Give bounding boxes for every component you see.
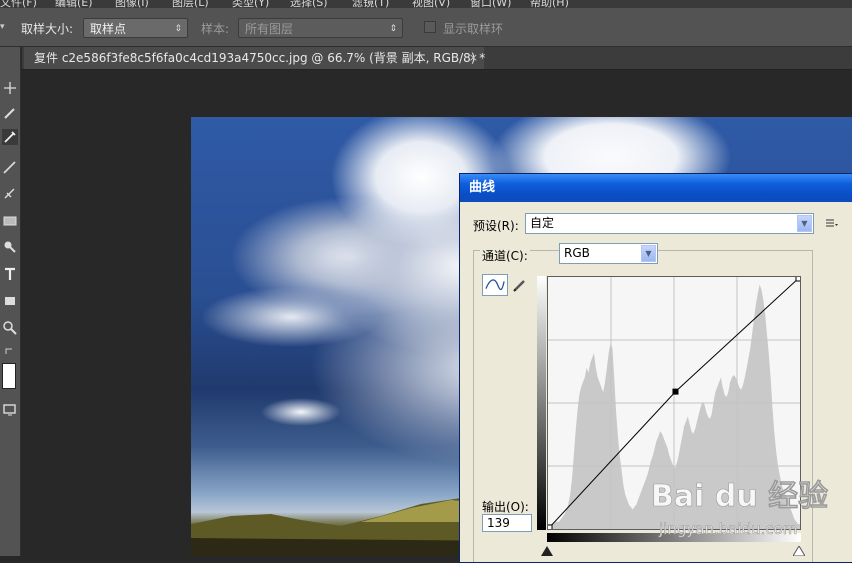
menu-item[interactable]: 图像(I) bbox=[115, 0, 149, 8]
preset-select[interactable]: 自定 ▼ bbox=[525, 213, 814, 234]
watermark-url: jingyan.baidu.com bbox=[658, 520, 797, 538]
dodge-tool-icon[interactable] bbox=[2, 239, 18, 255]
tools-panel bbox=[0, 47, 21, 556]
control-point bbox=[672, 388, 679, 395]
close-tab-icon[interactable]: × bbox=[469, 47, 478, 69]
pencil-draw-icon[interactable] bbox=[512, 277, 528, 293]
zoom-tool-icon[interactable] bbox=[2, 320, 18, 336]
menu-item[interactable]: 文件(F) bbox=[0, 0, 37, 8]
endpoint-black bbox=[546, 524, 553, 531]
channel-select[interactable]: RGB ▼ bbox=[559, 243, 658, 264]
type-tool-icon[interactable] bbox=[2, 266, 18, 282]
menu-item[interactable]: 编辑(E) bbox=[55, 0, 93, 8]
select-arrows-icon: ⇕ bbox=[174, 24, 182, 34]
sample-size-label: 取样大小: bbox=[21, 22, 74, 36]
sample-size-value: 取样点 bbox=[90, 22, 127, 36]
brush-tool-icon[interactable] bbox=[2, 105, 18, 121]
menu-item[interactable]: 滤镜(T) bbox=[352, 0, 389, 8]
show-sampling-ring-checkbox[interactable] bbox=[424, 21, 436, 33]
sample-value: 所有图层 bbox=[245, 22, 294, 36]
select-arrows-icon: ⇕ bbox=[389, 24, 397, 34]
sample-size-select[interactable]: 取样点 ⇕ bbox=[83, 18, 188, 38]
swap-colors-icon[interactable] bbox=[2, 343, 18, 354]
preset-options-icon[interactable] bbox=[825, 217, 839, 231]
endpoint-white bbox=[795, 275, 802, 282]
document-tab-bar: 复件 c2e586f3fe8c5f6fa0c4cd193a4750cc.jpg … bbox=[22, 47, 852, 70]
baidu-jingyan-watermark: Bai du 经验 jingyan.baidu.com bbox=[651, 462, 851, 542]
output-label: 输出(O): bbox=[482, 500, 529, 514]
curves-dialog-title[interactable]: 曲线 bbox=[460, 174, 852, 202]
sample-label: 样本: bbox=[201, 22, 230, 36]
dropdown-arrow-icon: ▼ bbox=[797, 215, 812, 232]
channel-value: RGB bbox=[564, 246, 590, 260]
white-point-slider-icon[interactable] bbox=[792, 545, 806, 557]
menu-item[interactable]: 图层(L) bbox=[172, 0, 209, 8]
watermark-brand: Bai du 经验 bbox=[651, 479, 828, 514]
menu-item[interactable]: 选择(S) bbox=[290, 0, 328, 8]
history-brush-icon[interactable] bbox=[2, 185, 18, 201]
channel-label: 通道(C): bbox=[480, 247, 530, 264]
gradient-tool-icon[interactable] bbox=[2, 213, 18, 229]
show-sampling-ring-label: 显示取样环 bbox=[443, 22, 504, 36]
eyedropper-tool-icon[interactable] bbox=[2, 129, 18, 145]
curve-edit-points-icon[interactable] bbox=[482, 274, 508, 296]
move-tool-icon[interactable] bbox=[2, 80, 18, 96]
menu-item[interactable]: 帮助(H) bbox=[530, 0, 569, 8]
shape-tool-icon[interactable] bbox=[2, 293, 18, 309]
output-gradient-bar bbox=[537, 276, 546, 530]
preset-value: 自定 bbox=[530, 216, 555, 230]
black-point-slider-icon[interactable] bbox=[541, 545, 553, 556]
menu-item[interactable]: 视图(V) bbox=[412, 0, 450, 8]
tool-options-bar: ▾ 取样大小: 取样点 ⇕ 样本: 所有图层 ⇕ 显示取样环 bbox=[0, 8, 852, 47]
menu-item[interactable]: 类型(Y) bbox=[232, 0, 269, 8]
screen-mode-icon[interactable] bbox=[2, 402, 18, 418]
output-value-field[interactable]: 139 bbox=[482, 514, 532, 532]
pencil-tool-icon[interactable] bbox=[2, 159, 18, 175]
preset-label: 预设(R): bbox=[473, 219, 519, 233]
foreground-color-swatch[interactable] bbox=[2, 363, 16, 389]
tool-preset-arrow-icon[interactable]: ▾ bbox=[0, 22, 5, 32]
dropdown-arrow-icon: ▼ bbox=[641, 245, 656, 262]
document-tab[interactable]: 复件 c2e586f3fe8c5f6fa0c4cd193a4750cc.jpg … bbox=[24, 47, 486, 69]
document-tab-title: 复件 c2e586f3fe8c5f6fa0c4cd193a4750cc.jpg … bbox=[34, 51, 486, 65]
menu-item[interactable]: 窗口(W) bbox=[470, 0, 511, 8]
menu-bar: 文件(F) 编辑(E) 图像(I) 图层(L) 类型(Y) 选择(S) 滤镜(T) 视图(V)… bbox=[0, 0, 852, 8]
sample-layers-select[interactable]: 所有图层 ⇕ bbox=[238, 18, 403, 38]
